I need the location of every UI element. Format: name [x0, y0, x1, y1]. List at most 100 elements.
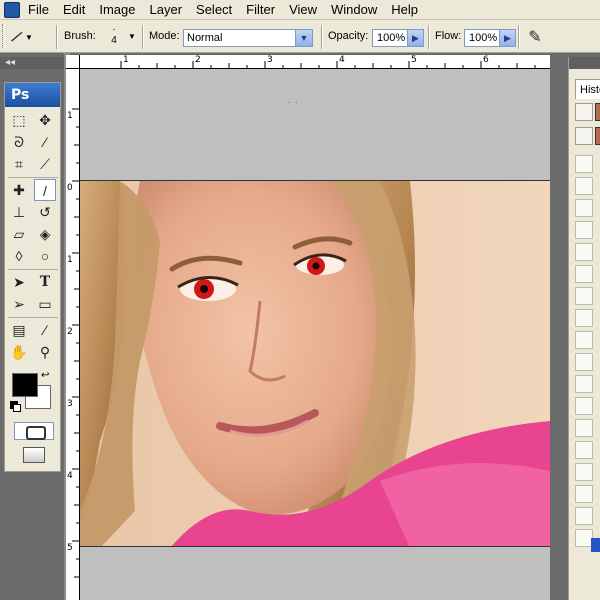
history-brush-source-icon[interactable]: [575, 103, 593, 121]
menu-window[interactable]: Window: [324, 0, 384, 20]
move-tool-icon[interactable]: ✥: [34, 109, 56, 131]
flow-label: Flow:: [435, 30, 462, 42]
crop-tool-icon[interactable]: ⌗: [8, 153, 30, 175]
history-row[interactable]: [575, 243, 593, 261]
toolbox: Ps ⬚ ✥ ᘐ ⁄ ⌗ ⟋ ✚ / ⊥ ↺ ▱ ◈ ◊ ○ ➤ T ➢ ▭ ▤…: [4, 82, 61, 472]
document-window-right-edge: [550, 53, 568, 600]
foreground-color-swatch[interactable]: [12, 373, 38, 397]
menu-filter[interactable]: Filter: [239, 0, 282, 20]
history-row[interactable]: [575, 265, 593, 283]
menu-help[interactable]: Help: [384, 0, 425, 20]
history-row[interactable]: [575, 485, 593, 503]
history-row[interactable]: [575, 287, 593, 305]
separator: [321, 25, 323, 49]
healing-brush-tool-icon[interactable]: ✚: [8, 179, 30, 201]
opacity-input[interactable]: 100%: [372, 29, 408, 47]
brush-size-picker[interactable]: · 4: [103, 25, 125, 51]
history-row[interactable]: [575, 397, 593, 415]
clone-stamp-tool-icon[interactable]: ⊥: [8, 201, 30, 223]
brush-cursor-icon: [288, 98, 300, 108]
options-bar-grip[interactable]: [2, 24, 5, 48]
snapshot-thumbnail[interactable]: [595, 103, 600, 121]
slice-tool-icon[interactable]: ⟋: [34, 153, 56, 175]
rectangle-tool-icon[interactable]: ▭: [34, 293, 56, 315]
history-row[interactable]: [575, 419, 593, 437]
magic-wand-tool-icon[interactable]: ⁄: [34, 131, 56, 153]
snapshot-thumbnail[interactable]: [595, 127, 600, 145]
ruler-label: 2: [195, 55, 201, 65]
marquee-tool-icon[interactable]: ⬚: [8, 109, 30, 131]
ruler-label: 1: [67, 111, 73, 121]
flow-slider-arrow-icon[interactable]: ▶: [500, 29, 516, 47]
ruler-origin[interactable]: [66, 55, 80, 69]
history-brush-tool-icon[interactable]: ↺: [34, 201, 56, 223]
horizontal-ruler[interactable]: 1 2 3 4 5 6: [66, 55, 550, 69]
history-row[interactable]: [575, 441, 593, 459]
paint-bucket-tool-icon[interactable]: ◈: [34, 223, 56, 245]
opacity-slider-arrow-icon[interactable]: ▶: [408, 29, 424, 47]
notes-tool-icon[interactable]: ▤: [8, 319, 30, 341]
history-state-slider-icon[interactable]: [591, 538, 600, 552]
vertical-ruler[interactable]: 1 0 1 2 3 4 5: [66, 69, 80, 600]
separator: [428, 25, 430, 49]
history-row[interactable]: [575, 177, 593, 195]
ruler-label: 6: [483, 55, 489, 65]
photoshop-app-icon[interactable]: [4, 1, 20, 18]
ruler-label: 2: [67, 327, 73, 337]
brush-label: Brush:: [64, 30, 96, 42]
type-tool-icon[interactable]: T: [34, 271, 56, 293]
brush-picker-chevron-icon[interactable]: ▼: [128, 32, 136, 41]
eyedropper-tool-icon[interactable]: ⁄: [34, 319, 56, 341]
ruler-label: 4: [339, 55, 345, 65]
history-row[interactable]: [575, 331, 593, 349]
ps-logo[interactable]: Ps: [5, 83, 60, 107]
horizontal-ruler-ticks: [120, 61, 536, 68]
airbrush-icon[interactable]: ✎: [522, 26, 548, 50]
flow-input[interactable]: 100%: [464, 29, 500, 47]
toolbox-title-strip[interactable]: ◂◂: [0, 57, 66, 69]
chevron-down-icon: ▼: [295, 30, 312, 46]
history-row[interactable]: [575, 309, 593, 327]
history-state-icon[interactable]: [575, 127, 593, 145]
menu-file[interactable]: File: [28, 0, 56, 20]
portrait-photo[interactable]: [80, 180, 550, 547]
history-row[interactable]: [575, 507, 593, 525]
menu-edit[interactable]: Edit: [56, 0, 92, 20]
swap-colors-icon[interactable]: ↩: [41, 370, 49, 381]
menu-layer[interactable]: Layer: [143, 0, 190, 20]
tool-divider: [8, 317, 58, 318]
ruler-label: 4: [67, 471, 73, 481]
path-selection-tool-icon[interactable]: ➤: [8, 271, 30, 293]
palette-title-strip[interactable]: [569, 57, 600, 69]
zoom-tool-icon[interactable]: ⚲: [34, 341, 56, 363]
dodge-tool-icon[interactable]: ○: [34, 245, 56, 267]
history-row[interactable]: [575, 199, 593, 217]
tool-preset-picker[interactable]: / ▼: [9, 26, 52, 48]
direct-selection-tool-icon[interactable]: ➢: [8, 293, 30, 315]
history-row[interactable]: [575, 155, 593, 173]
screen-mode-button[interactable]: [23, 447, 45, 463]
opacity-label: Opacity:: [328, 30, 369, 42]
collapse-icon[interactable]: ◂◂: [5, 57, 15, 69]
mode-value: Normal: [187, 32, 223, 44]
ruler-label: 3: [267, 55, 273, 65]
menu-view[interactable]: View: [282, 0, 324, 20]
mode-select[interactable]: Normal ▼: [183, 29, 313, 47]
history-row[interactable]: [575, 375, 593, 393]
default-colors-icon[interactable]: [10, 401, 21, 412]
quick-mask-button[interactable]: [14, 422, 54, 440]
tool-divider: [8, 269, 58, 270]
eraser-tool-icon[interactable]: ▱: [8, 223, 30, 245]
history-row[interactable]: [575, 353, 593, 371]
menu-select[interactable]: Select: [189, 0, 239, 20]
lasso-tool-icon[interactable]: ᘐ: [8, 131, 30, 153]
hand-tool-icon[interactable]: ✋: [8, 341, 30, 363]
menu-image[interactable]: Image: [92, 0, 142, 20]
history-row[interactable]: [575, 221, 593, 239]
tab-history[interactable]: History: [575, 79, 600, 99]
history-row[interactable]: [575, 463, 593, 481]
brush-tool-icon[interactable]: /: [34, 179, 56, 201]
separator: [518, 25, 520, 49]
brush-icon: /: [8, 27, 25, 47]
blur-tool-icon[interactable]: ◊: [8, 245, 30, 267]
